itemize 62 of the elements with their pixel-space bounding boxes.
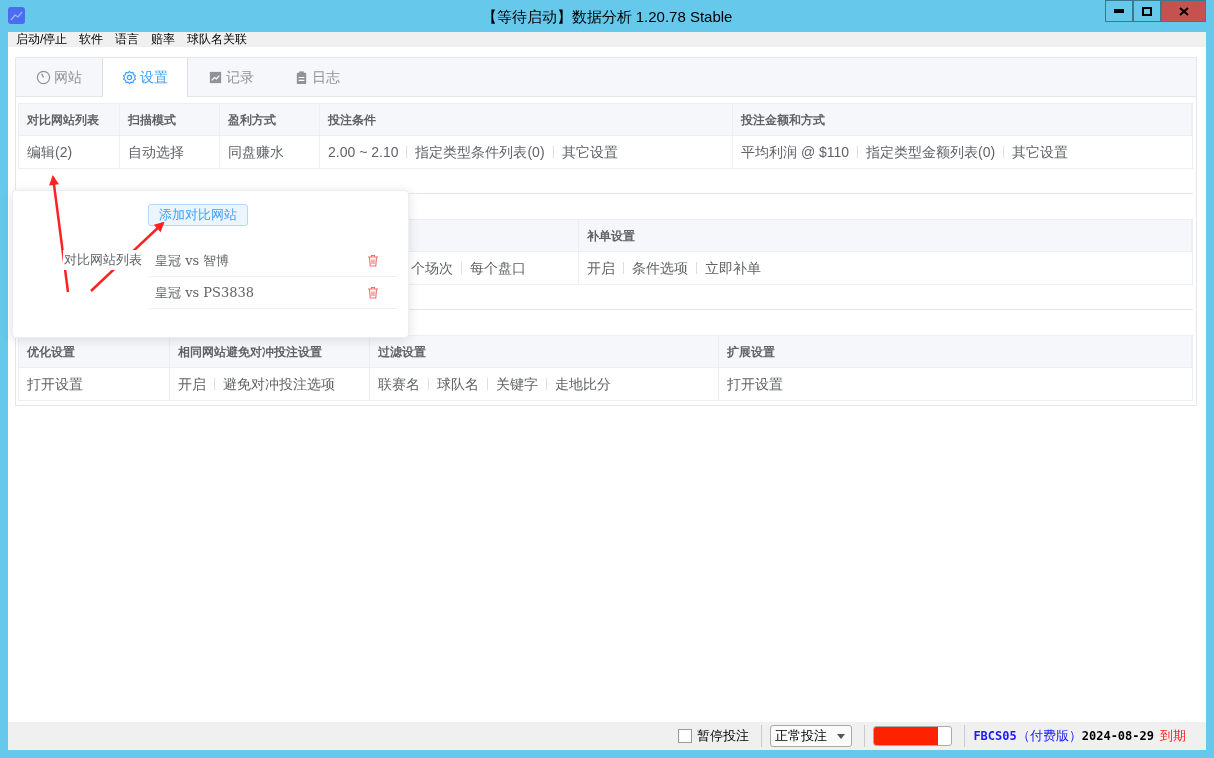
site-pair: 皇冠 vs 智博 [155,251,230,270]
setting-link[interactable]: 其它设置 [1012,141,1069,163]
header-cell: 扫描模式 [120,104,220,136]
maximize-icon [1142,6,1152,16]
minimize-icon [1114,9,1124,13]
header-cell: 补单设置 [579,220,1192,252]
header-cell: 优化设置 [19,336,170,368]
setting-link[interactable]: 2.00 ~ 2.10 [328,141,399,163]
checkbox[interactable] [678,729,693,743]
setting-link[interactable]: 开启 [587,257,615,279]
minimize-button[interactable] [1105,0,1133,22]
header-cell: 相同网站避免对冲投注设置 [170,336,370,368]
setting-link[interactable]: 每个盘口 [470,257,526,279]
site-pair: 皇冠 vs PS3838 [155,283,255,302]
license-code: FBCS05 [973,728,1017,745]
menu-item[interactable]: 语言 [109,32,146,47]
setting-link[interactable]: 指定类型条件列表(0) [415,141,545,163]
setting-link[interactable]: 联赛名 [378,373,420,395]
app-icon [8,7,25,24]
menu-item[interactable]: 软件 [73,32,110,47]
expiry-date: 2024-08-29 [1081,728,1154,745]
mode-dropdown[interactable]: 正常投注 [770,725,853,747]
trash-icon[interactable] [367,254,379,267]
menu-item[interactable]: 球队名关联 [181,32,254,47]
setting-link[interactable]: 平均利润 @ $110 [741,141,850,163]
menu-item[interactable]: 赔率 [145,32,182,47]
clipboard-icon [294,69,309,85]
setting-link[interactable]: 避免对冲投注选项 [223,373,335,395]
setting-link[interactable]: 打开设置 [27,373,83,395]
setting-link[interactable]: 自动选择 [128,141,184,163]
expiry-label: 到期 [1160,727,1186,746]
header-cell: 盈利方式 [220,104,320,136]
setting-link[interactable]: 打开设置 [727,373,783,395]
caret-icon [837,733,846,739]
setting-link[interactable]: 同盘赚水 [228,141,284,163]
menu-item[interactable]: 启动/停止 [10,32,74,47]
setting-link[interactable]: 个场次 [411,257,453,279]
field-label: 对比网站列表 [63,250,143,270]
settings-icon [122,70,137,85]
setting-link[interactable]: 编辑(2) [27,141,73,163]
setting-link[interactable]: 开启 [178,373,206,395]
setting-link[interactable]: 其它设置 [561,141,618,163]
checkbox-label: 暂停投注 [697,727,750,746]
header-cell: 扩展设置 [719,336,1192,368]
trash-icon[interactable] [367,286,379,299]
header-cell: 对比网站列表 [19,104,120,136]
setting-link[interactable]: 关键字 [496,373,538,395]
maximize-button[interactable] [1133,0,1161,22]
header-cell: 投注金额和方式 [733,104,1192,136]
chart-icon [208,69,223,85]
gauge-icon [36,69,51,85]
close-icon [1178,6,1189,16]
setting-link[interactable]: 立即补单 [705,257,761,279]
close-button[interactable] [1161,0,1206,22]
header-cell: 投注条件 [320,104,733,136]
setting-link[interactable]: 走地比分 [555,373,611,395]
setting-link[interactable]: 条件选项 [632,257,688,279]
header-cell: 过滤设置 [370,336,719,368]
license-edition: （付费版） [1016,727,1082,746]
setting-link[interactable]: 球队名 [437,373,479,395]
setting-link[interactable]: 指定类型金额列表(0) [866,141,996,163]
window-title: 【等待启动】数据分析 1.20.78 Stable [481,7,733,27]
